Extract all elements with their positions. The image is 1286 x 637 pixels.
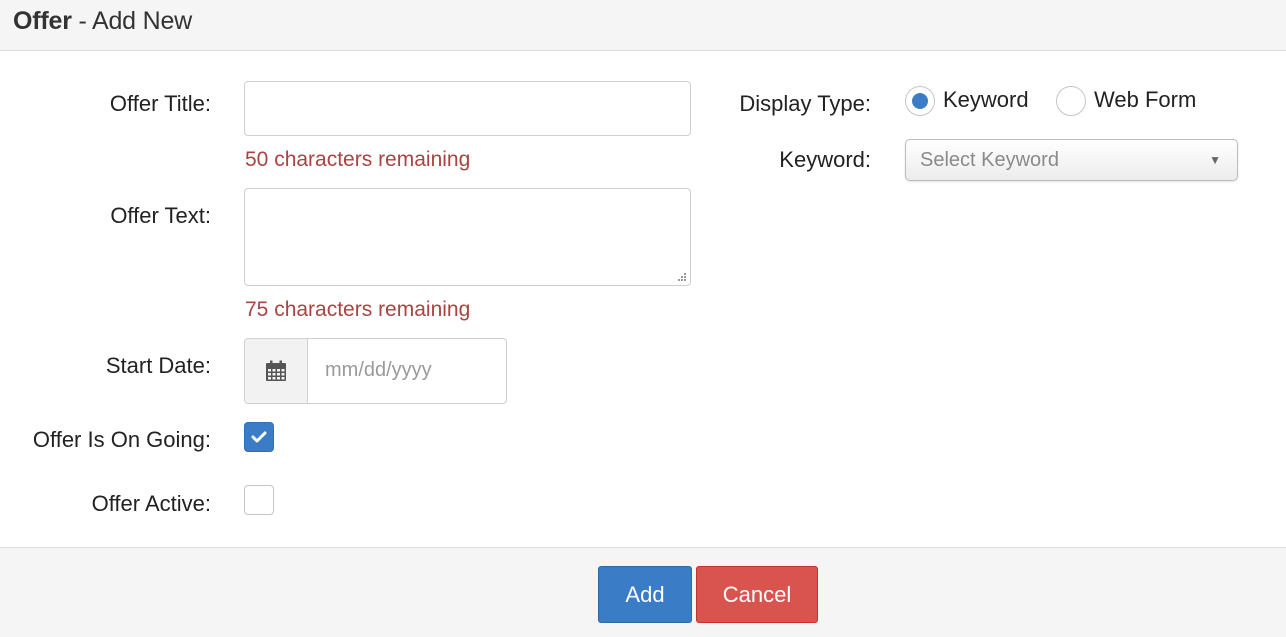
offer-title-label: Offer Title: bbox=[109, 91, 211, 116]
modal-header: Offer - Add New bbox=[0, 0, 1286, 51]
cancel-button[interactable]: Cancel bbox=[696, 566, 818, 623]
display-type-webform-radio[interactable] bbox=[1056, 86, 1086, 116]
keyword-select[interactable]: Select Keyword ▼ bbox=[905, 139, 1238, 181]
offer-text-textarea[interactable] bbox=[244, 188, 691, 286]
display-type-keyword-radio[interactable] bbox=[905, 86, 935, 116]
on-going-label: Offer Is On Going: bbox=[32, 427, 211, 452]
page-title-bold: Offer bbox=[13, 7, 72, 35]
checkmark-icon bbox=[251, 431, 267, 443]
modal-footer: Add Cancel bbox=[0, 547, 1286, 637]
start-date-label: Start Date: bbox=[105, 353, 211, 378]
caret-down-icon: ▼ bbox=[1209, 153, 1221, 167]
keyword-label: Keyword: bbox=[779, 147, 871, 172]
date-addon[interactable] bbox=[245, 339, 308, 403]
display-type-webform-label[interactable]: Web Form bbox=[1094, 87, 1196, 113]
active-label: Offer Active: bbox=[91, 491, 211, 516]
calendar-icon bbox=[266, 360, 286, 381]
page-title: Offer - Add New bbox=[13, 7, 192, 36]
add-button[interactable]: Add bbox=[598, 566, 692, 623]
offer-title-remaining: 50 characters remaining bbox=[245, 148, 471, 171]
offer-title-input[interactable] bbox=[244, 81, 691, 136]
start-date-group[interactable]: mm/dd/yyyy bbox=[244, 338, 507, 404]
display-type-keyword-label[interactable]: Keyword bbox=[943, 87, 1029, 113]
active-checkbox[interactable] bbox=[244, 485, 274, 515]
page-title-rest: - Add New bbox=[71, 7, 193, 35]
on-going-checkbox[interactable] bbox=[244, 422, 274, 452]
offer-text-label: Offer Text: bbox=[110, 203, 211, 228]
resize-grip-icon[interactable] bbox=[678, 273, 687, 282]
start-date-input[interactable]: mm/dd/yyyy bbox=[325, 359, 432, 382]
keyword-select-placeholder: Select Keyword bbox=[920, 149, 1059, 171]
offer-text-remaining: 75 characters remaining bbox=[245, 298, 471, 321]
display-type-label: Display Type: bbox=[739, 91, 871, 116]
